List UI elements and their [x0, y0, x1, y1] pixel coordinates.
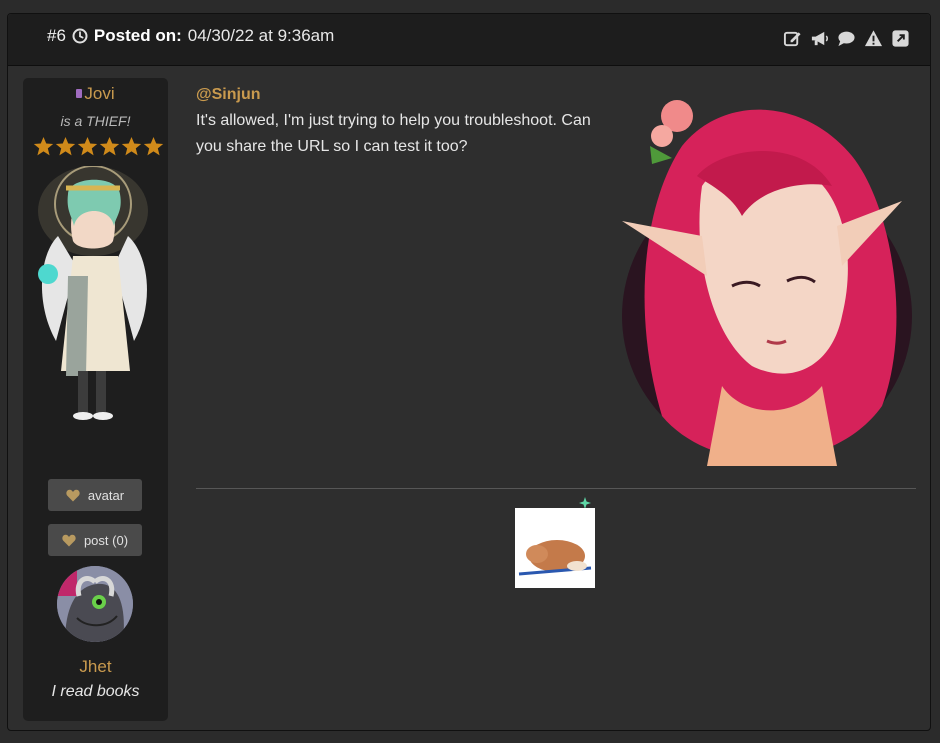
speech-bubble-icon[interactable] [837, 29, 856, 48]
post-button-label: post (0) [83, 532, 129, 548]
post-message: It's allowed, I'm just trying to help yo… [196, 112, 591, 155]
star-icon [77, 137, 98, 156]
username[interactable]: Jovi [84, 84, 114, 103]
pet-avatar-image[interactable] [57, 566, 133, 642]
clock-icon [72, 28, 88, 44]
edit-icon[interactable] [783, 29, 802, 48]
username-link[interactable]: Jovi [23, 84, 168, 104]
user-title: is a THIEF! [60, 113, 131, 129]
avatar-button-label: avatar [87, 487, 125, 503]
megaphone-icon[interactable] [810, 29, 829, 48]
signature-pet-image[interactable] [515, 508, 595, 588]
posted-label: Posted on: [93, 26, 182, 45]
star-icon [99, 137, 120, 156]
posted-date: 04/30/22 at 9:36am [187, 26, 335, 45]
post-header: #6 Posted on: 04/30/22 at 9:36am [8, 14, 930, 66]
signature-divider [196, 488, 916, 489]
post-actions [783, 29, 910, 48]
heart-icon [66, 489, 80, 501]
external-link-icon[interactable] [891, 29, 910, 48]
post-meta: #6 Posted on: 04/30/22 at 9:36am [47, 26, 334, 46]
star-icon [143, 137, 164, 156]
user-mention[interactable]: @Sinjun [196, 82, 596, 108]
forum-post: #6 Posted on: 04/30/22 at 9:36am Jovi is… [7, 13, 931, 731]
post-image[interactable] [602, 86, 912, 476]
star-rating [33, 136, 164, 157]
star-icon [33, 137, 54, 156]
post-body: @Sinjun It's allowed, I'm just trying to… [196, 82, 596, 160]
warning-icon[interactable] [864, 29, 883, 48]
star-icon [55, 137, 76, 156]
pet-name[interactable]: Jhet [23, 657, 168, 677]
post-button[interactable]: post (0) [48, 524, 142, 556]
user-sidebar: Jovi is a THIEF! avatar post (0) Jhet I … [23, 78, 168, 721]
post-number[interactable]: #6 [47, 26, 66, 46]
star-icon [121, 137, 142, 156]
avatar-button[interactable]: avatar [48, 479, 142, 511]
user-avatar-image[interactable] [28, 166, 163, 436]
pet-description: I read books [51, 683, 140, 700]
heart-icon [62, 534, 76, 546]
user-badge-icon [76, 89, 83, 98]
